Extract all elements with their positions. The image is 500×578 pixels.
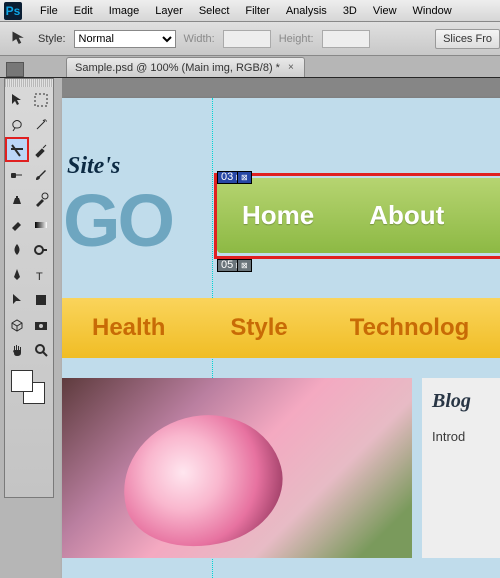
toolbox-grip-icon[interactable] [5,79,53,87]
document-tab-title: Sample.psd @ 100% (Main img, RGB/8) * [75,62,280,74]
sidebar-heading: Blog [432,390,500,413]
menu-file[interactable]: File [32,0,66,22]
move-tool[interactable] [5,87,29,112]
foreground-color-swatch[interactable] [11,370,33,392]
toolbox: T [4,78,54,498]
camera-tool[interactable] [29,312,53,337]
document-tabs: Sample.psd @ 100% (Main img, RGB/8) * × [0,56,500,78]
history-brush-tool[interactable] [29,187,53,212]
canvas-area[interactable]: Site's GO Home About 03 ⊠ ⊠ 05 ⊠ ⊠ Healt… [62,78,500,500]
cat-technology: Technolog [350,314,470,342]
height-label: Height: [279,33,314,45]
eyedropper-tool[interactable] [29,137,53,162]
menu-view[interactable]: View [365,0,405,22]
sidebar-panel: Blog Introd [422,378,500,558]
menu-filter[interactable]: Filter [237,0,277,22]
type-tool[interactable]: T [29,262,53,287]
hero-photo [62,378,412,558]
workarea: T Site's GO Home About 03 ⊠ ⊠ 05 ⊠ ⊠ [0,78,500,500]
logo-big-text: GO [63,178,172,263]
zoom-tool[interactable] [29,337,53,362]
cat-health: Health [92,314,165,342]
lasso-tool[interactable] [5,112,29,137]
app-logo-icon: Ps [4,2,22,20]
category-bar: Health Style Technolog [62,298,500,358]
toolbox-collapse-icon[interactable] [6,62,24,77]
slice-select-tool-icon[interactable] [10,29,30,49]
options-bar: Style: Normal Width: Height: Slices Fro [0,22,500,56]
menu-edit[interactable]: Edit [66,0,101,22]
selection-highlight [214,173,500,259]
close-icon[interactable]: × [286,63,296,73]
menu-window[interactable]: Window [405,0,460,22]
marquee-tool[interactable] [29,87,53,112]
height-input[interactable] [322,30,370,48]
hand-tool[interactable] [5,337,29,362]
menu-3d[interactable]: 3D [335,0,365,22]
cat-style: Style [230,314,287,342]
slices-from-button[interactable]: Slices Fro [435,29,500,49]
document-page[interactable]: Site's GO Home About 03 ⊠ ⊠ 05 ⊠ ⊠ Healt… [62,98,500,578]
magic-wand-tool[interactable] [29,112,53,137]
slice-badge-03b[interactable]: ⊠ [237,171,252,184]
path-selection-tool[interactable] [5,287,29,312]
document-tab[interactable]: Sample.psd @ 100% (Main img, RGB/8) * × [66,57,305,77]
gradient-tool[interactable] [29,212,53,237]
eraser-tool[interactable] [5,212,29,237]
3d-tool[interactable] [5,312,29,337]
menu-analysis[interactable]: Analysis [278,0,335,22]
crop-tool[interactable] [5,137,29,162]
clone-stamp-tool[interactable] [5,187,29,212]
menu-bar: Ps File Edit Image Layer Select Filter A… [0,0,500,22]
sidebar-text: Introd [432,429,500,444]
flower-icon [108,398,296,565]
healing-brush-tool[interactable] [5,162,29,187]
menu-select[interactable]: Select [191,0,238,22]
pen-tool[interactable] [5,262,29,287]
style-label: Style: [38,33,66,45]
menu-image[interactable]: Image [101,0,148,22]
width-input[interactable] [223,30,271,48]
dodge-tool[interactable] [29,237,53,262]
color-swatches[interactable] [9,368,49,408]
logo-top-text: Site's [67,153,120,180]
menu-layer[interactable]: Layer [147,0,191,22]
shape-tool[interactable] [29,287,53,312]
blur-tool[interactable] [5,237,29,262]
style-select[interactable]: Normal [74,30,176,48]
svg-text:T: T [36,271,43,283]
slice-badge-05b[interactable]: ⊠ [237,259,252,272]
brush-tool[interactable] [29,162,53,187]
width-label: Width: [184,33,215,45]
